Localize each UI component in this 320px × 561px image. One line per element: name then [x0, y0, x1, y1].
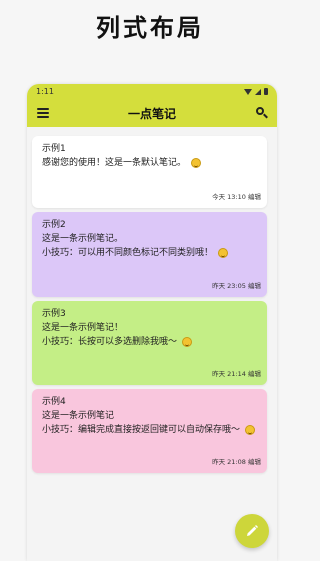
note-line: 小技巧：编辑完成直接按返回键可以自动保存哦～ [42, 423, 259, 437]
search-icon[interactable] [255, 106, 269, 120]
note-text: 小技巧：编辑完成直接按返回键可以自动保存哦～ [42, 425, 241, 435]
note-text: 这是一条示例笔记！ [42, 323, 124, 333]
note-line: 感谢您的使用！这是一条默认笔记。 [42, 156, 259, 170]
note-time: 昨天 21:08 [212, 458, 246, 466]
note-text: 这是一条示例笔记。 [42, 234, 124, 244]
smiley-icon [191, 158, 202, 168]
pencil-icon [247, 525, 258, 536]
smiley-icon [218, 248, 229, 258]
new-note-button[interactable] [235, 514, 269, 548]
note-title: 示例2 [42, 220, 66, 230]
note-line: 这是一条示例笔记 [42, 409, 259, 423]
note-title: 示例4 [42, 397, 66, 407]
note-line: 小技巧：可以用不同颜色标记不同类别哦！ [42, 246, 259, 260]
note-text: 感谢您的使用！这是一条默认笔记。 [42, 158, 187, 168]
status-icons [244, 88, 268, 95]
battery-icon [264, 88, 268, 95]
note-text: 小技巧：长按可以多选删除我哦～ [42, 337, 178, 347]
menu-icon[interactable] [37, 108, 49, 118]
status-time: 1:11 [36, 87, 54, 96]
note-edit-label: 编辑 [248, 193, 261, 201]
note-time: 昨天 21:14 [212, 370, 246, 378]
page-heading: 列式布局 [96, 14, 204, 42]
note-text: 这是一条示例笔记 [42, 411, 115, 421]
smiley-icon [182, 337, 193, 347]
note-edit-label: 编辑 [248, 282, 261, 290]
note-line: 这是一条示例笔记。 [42, 232, 259, 246]
note-line: 小技巧：长按可以多选删除我哦～ [42, 335, 259, 349]
status-bar: 1:11 [27, 84, 277, 99]
note-card-4[interactable]: 示例4 这是一条示例笔记 小技巧：编辑完成直接按返回键可以自动保存哦～ 昨天 2… [32, 389, 267, 473]
note-title: 示例1 [42, 144, 66, 154]
note-card-1[interactable]: 示例1 感谢您的使用！这是一条默认笔记。 今天 13:10 编辑 [32, 136, 267, 208]
note-edit-label: 编辑 [248, 458, 261, 466]
note-text: 小技巧：可以用不同颜色标记不同类别哦！ [42, 248, 214, 258]
signal-icon [255, 88, 261, 95]
note-meta: 今天 13:10 编辑 [212, 190, 261, 204]
smiley-icon [245, 425, 256, 435]
note-edit-label: 编辑 [248, 370, 261, 378]
note-meta: 昨天 23:05 编辑 [212, 279, 261, 293]
note-card-3[interactable]: 示例3 这是一条示例笔记！ 小技巧：长按可以多选删除我哦～ 昨天 21:14 编… [32, 301, 267, 385]
note-time: 昨天 23:05 [212, 282, 246, 290]
phone-frame: 1:11 一点笔记 示例1 感谢您的使用！这是一条默认笔记。 今天 13:10 … [27, 84, 277, 561]
wifi-icon [244, 88, 252, 95]
app-bar: 一点笔记 [27, 99, 277, 127]
note-time: 今天 13:10 [212, 193, 246, 201]
note-card-2[interactable]: 示例2 这是一条示例笔记。 小技巧：可以用不同颜色标记不同类别哦！ 昨天 23:… [32, 212, 267, 297]
note-meta: 昨天 21:08 编辑 [212, 455, 261, 469]
note-meta: 昨天 21:14 编辑 [212, 367, 261, 381]
app-title: 一点笔记 [127, 106, 176, 121]
note-line: 这是一条示例笔记！ [42, 321, 259, 335]
note-title: 示例3 [42, 309, 66, 319]
